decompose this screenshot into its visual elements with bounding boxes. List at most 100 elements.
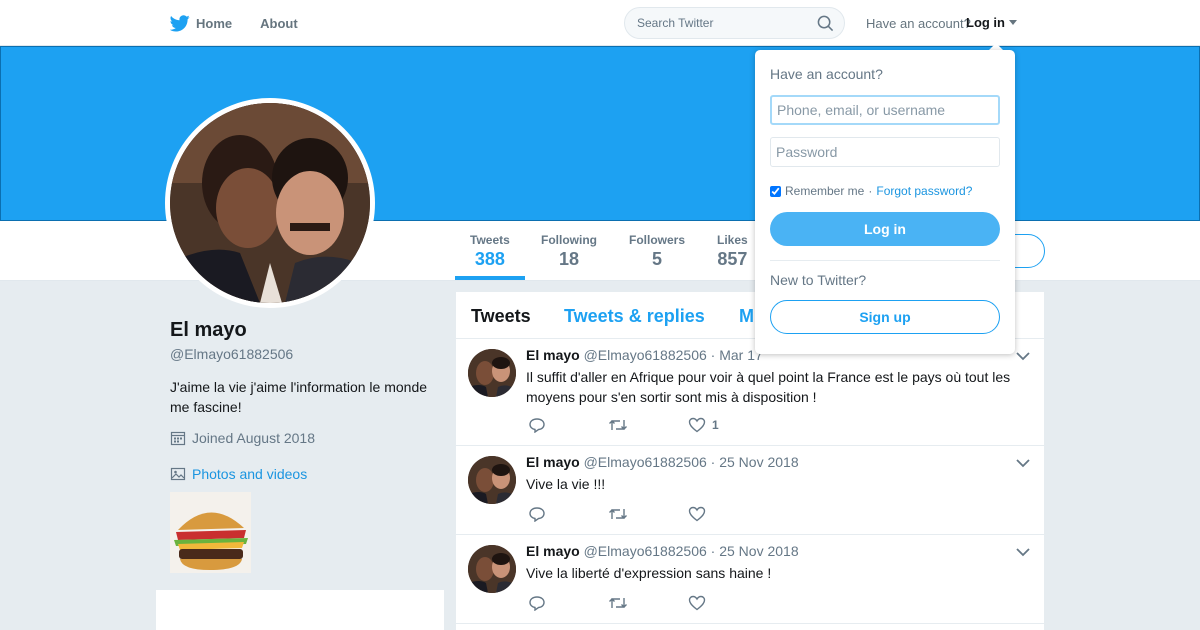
home-nav-link[interactable]: Home [170, 14, 233, 32]
signup-button[interactable]: Sign up [770, 300, 1000, 334]
retweet-icon [609, 420, 627, 430]
login-dropdown-toggle[interactable]: Log in [966, 15, 1017, 30]
retweet-icon [609, 509, 627, 519]
like-count: 1 [712, 418, 719, 432]
forgot-password-link[interactable]: Forgot password? [876, 184, 972, 198]
tweet-date[interactable]: · 25 Nov 2018 [711, 454, 799, 470]
retweet-action[interactable] [608, 417, 688, 433]
heart-icon [688, 417, 706, 433]
tweet-actions [528, 595, 768, 611]
like-action[interactable] [688, 595, 768, 611]
stat-label: Tweets [470, 233, 510, 247]
stat-followers[interactable]: Followers 5 [629, 233, 685, 270]
like-action[interactable] [688, 506, 768, 522]
account-prompt: Have an account? [866, 16, 971, 31]
search-input[interactable] [637, 16, 807, 30]
tweet[interactable]: El mayo @Elmayo61882506 · 25 Nov 2018 Vi… [456, 446, 1044, 535]
reply-action[interactable] [528, 506, 608, 522]
tweet[interactable]: El mayo @Elmayo61882506 · Mar 17 Il suff… [456, 339, 1044, 446]
login-dropdown: Have an account? Remember me · Forgot pa… [755, 50, 1015, 354]
stat-likes[interactable]: Likes 857 [717, 233, 748, 270]
nav-left-group: Home About [170, 0, 326, 46]
photo-thumbnail-burger[interactable] [170, 492, 251, 573]
tweet-avatar[interactable] [468, 545, 516, 593]
tweet-avatar[interactable] [468, 349, 516, 397]
chevron-down-icon [1009, 20, 1017, 25]
tweet-text: Vive la liberté d'expression sans haine … [526, 565, 772, 581]
tweet-avatar[interactable] [468, 456, 516, 504]
tweet-author-handle[interactable]: @Elmayo61882506 [584, 454, 707, 470]
chevron-down-icon[interactable] [1016, 458, 1030, 468]
top-navigation-bar: Home About Have an account? Log in [0, 0, 1200, 46]
dropdown-divider [770, 260, 1000, 261]
left-sidebar-card [156, 590, 444, 630]
tab-tweets-replies[interactable]: Tweets & replies [564, 306, 705, 327]
retweet-action[interactable] [608, 506, 688, 522]
chevron-down-icon[interactable] [1016, 547, 1030, 557]
new-to-twitter-prompt: New to Twitter? [770, 272, 867, 288]
avatar-image [468, 456, 516, 504]
profile-avatar[interactable] [165, 98, 375, 308]
about-nav-link[interactable]: About [260, 16, 298, 31]
about-label: About [260, 15, 298, 31]
tweet-text: Il suffit d'aller en Afrique pour voir à… [526, 369, 1011, 405]
photo-icon [170, 467, 186, 481]
photos-label: Photos and videos [192, 466, 308, 482]
twitter-bird-icon [170, 14, 190, 31]
burger-image [170, 492, 251, 573]
stat-value: 857 [717, 249, 748, 269]
home-label: Home [196, 15, 233, 31]
remember-me-checkbox[interactable] [770, 185, 781, 197]
tweet-header: El mayo @Elmayo61882506 · 25 Nov 2018 [526, 543, 799, 559]
tweet-actions [528, 506, 768, 522]
reply-action[interactable] [528, 595, 608, 611]
remember-me-label[interactable]: Remember me [785, 184, 864, 198]
tweet-author-name[interactable]: El mayo [526, 543, 580, 559]
joined-text: Joined August 2018 [192, 430, 315, 446]
heart-icon [688, 595, 706, 611]
profile-name[interactable]: El mayo [170, 319, 247, 342]
tweet-author-handle[interactable]: @Elmayo61882506 [584, 347, 707, 363]
search-icon[interactable] [817, 15, 834, 32]
profile-bio: J'aime la vie j'aime l'information le mo… [170, 379, 428, 415]
tab-media[interactable]: M [739, 306, 754, 327]
heart-icon [688, 506, 706, 522]
separator-dot: · [868, 184, 873, 198]
dropdown-heading: Have an account? [770, 66, 883, 82]
stat-tweets[interactable]: Tweets 388 [470, 233, 510, 270]
login-button[interactable]: Log in [770, 212, 1000, 246]
avatar-image [468, 545, 516, 593]
search-box [624, 7, 845, 39]
tweet-header: El mayo @Elmayo61882506 · 25 Nov 2018 [526, 454, 799, 470]
stat-label: Followers [629, 233, 686, 247]
stat-label: Following [541, 233, 597, 247]
profile-joined: Joined August 2018 [170, 430, 315, 446]
retweet-icon [609, 598, 627, 608]
retweet-action[interactable] [608, 595, 688, 611]
tweet[interactable]: El mayo @Elmayo61882506 · 25 Nov 2018 Vi… [456, 535, 1044, 624]
profile-handle[interactable]: @Elmayo61882506 [170, 346, 293, 362]
tweet-author-name[interactable]: El mayo [526, 347, 580, 363]
like-action[interactable]: 1 [688, 417, 768, 433]
avatar-image [170, 103, 370, 303]
remember-row: Remember me · Forgot password? [770, 184, 972, 198]
tweet-author-handle[interactable]: @Elmayo61882506 [584, 543, 707, 559]
username-field[interactable] [770, 95, 1000, 125]
stat-following[interactable]: Following 18 [541, 233, 597, 270]
chevron-down-icon[interactable] [1016, 351, 1030, 361]
stat-value: 388 [474, 249, 505, 269]
tweet-actions: 1 [528, 417, 768, 433]
active-stat-indicator [455, 276, 525, 280]
login-toggle-label: Log in [966, 15, 1005, 30]
stat-label: Likes [717, 233, 748, 247]
tweet-date[interactable]: · 25 Nov 2018 [711, 543, 799, 559]
reply-action[interactable] [528, 417, 608, 433]
reply-icon [529, 507, 545, 522]
stat-value: 18 [558, 249, 580, 269]
tab-tweets[interactable]: Tweets [471, 306, 531, 327]
tweet-author-name[interactable]: El mayo [526, 454, 580, 470]
password-field[interactable] [770, 137, 1000, 167]
avatar-image [468, 349, 516, 397]
tweet-text: Vive la vie !!! [526, 476, 606, 492]
photos-videos-link[interactable]: Photos and videos [170, 466, 307, 482]
